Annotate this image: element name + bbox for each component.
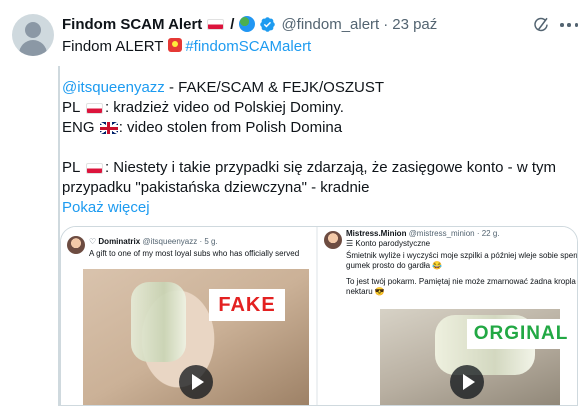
avatar [324,231,342,249]
media-attachment[interactable]: ♡ Dominatrix @itsqueenyazz · 5 g. A gift… [60,226,578,406]
uk-flag-icon [99,122,118,135]
play-icon[interactable] [179,365,213,399]
eng-label: ENG [62,119,95,136]
avatar [67,236,85,254]
hashtag-link[interactable]: #findomSCAMalert [185,38,311,55]
embedded-handle: @itsqueenyazz [142,237,198,246]
line4-text: : Niestety i takie przypadki się zdarzaj… [104,159,556,176]
line2-text: : kradzież video od Polskiej Dominy. [104,99,344,116]
globe-icon [239,16,256,32]
alert-prefix: Findom ALERT [62,38,164,55]
body-line-3: ENG : video stolen from Polish Domina [62,118,342,138]
poland-flag-icon [85,102,103,114]
embedded-handle: @mistress_minion [408,229,475,238]
avatar-body [19,40,47,56]
rotating-light-icon [168,38,183,52]
embedded-age: · 5 g. [199,237,218,246]
embedded-name: Mistress.Minion [346,229,407,238]
orginal-label: ORGINAL [467,319,575,349]
embedded-post-header: ♡ Dominatrix @itsqueenyazz · 5 g. [89,237,218,246]
author-handle[interactable]: @findom_alert [281,16,379,33]
author-avatar[interactable] [12,14,54,56]
embedded-caption: A gift to one of my most loyal subs who … [89,249,300,258]
tweet-header: Findom SCAM Alert / @findom_alert · 23 p… [62,14,437,34]
grok-icon[interactable] [532,16,550,34]
play-icon[interactable] [450,365,484,399]
media-panel-original[interactable]: Mistress.Minion @mistress_minion · 22 g.… [320,227,578,405]
mention-link[interactable]: @itsqueenyazz [62,79,165,96]
poland-flag-icon [207,18,225,30]
pl-label: PL [62,99,80,116]
poland-flag-icon [85,162,103,174]
tweet-date[interactable]: 23 paź [392,16,437,33]
author-name[interactable]: Findom SCAM Alert [62,16,202,33]
embedded-name: Dominatrix [98,237,141,246]
parody-badge: ☰ Konto parodystyczne [346,239,431,248]
avatar-head [25,22,41,38]
name-separator: / [230,15,235,33]
embedded-caption-4: nektaru 😎 [346,287,385,296]
media-panel-fake[interactable]: ♡ Dominatrix @itsqueenyazz · 5 g. A gift… [61,227,318,405]
body-line-1: @itsqueenyazz - FAKE/SCAM & FEJK/OSZUST [62,78,384,98]
embedded-caption-1: Śmietnik wyliże i wyczyści moje szpilki … [346,251,578,260]
verified-badge-icon[interactable] [259,16,276,33]
pl-label: PL [62,159,80,176]
embedded-post-header: Mistress.Minion @mistress_minion · 22 g. [346,229,500,239]
fake-label: FAKE [209,289,285,321]
embedded-caption-3: To jest twój pokarm. Pamiętaj nie może z… [346,277,578,286]
body-line-2: PL : kradzież video od Polskiej Dominy. [62,98,344,118]
body-line-4: PL : Niestety i takie przypadki się zdar… [62,158,556,178]
embedded-age: · 22 g. [476,229,500,238]
show-more-link[interactable]: Pokaż więcej [62,198,150,218]
embedded-caption-2: gumek prosto do gardła 😂 [346,261,443,270]
line3-text: : video stolen from Polish Domina [118,119,343,136]
more-icon[interactable] [560,23,578,27]
line1-text: - FAKE/SCAM & FEJK/OSZUST [164,79,384,96]
header-dot: · [383,15,389,33]
thumbnail-object [131,282,186,362]
body-line-5: przypadku "pakistańska dziewczyna" - kra… [62,179,370,196]
alert-line: Findom ALERT #findomSCAMalert [62,37,311,57]
